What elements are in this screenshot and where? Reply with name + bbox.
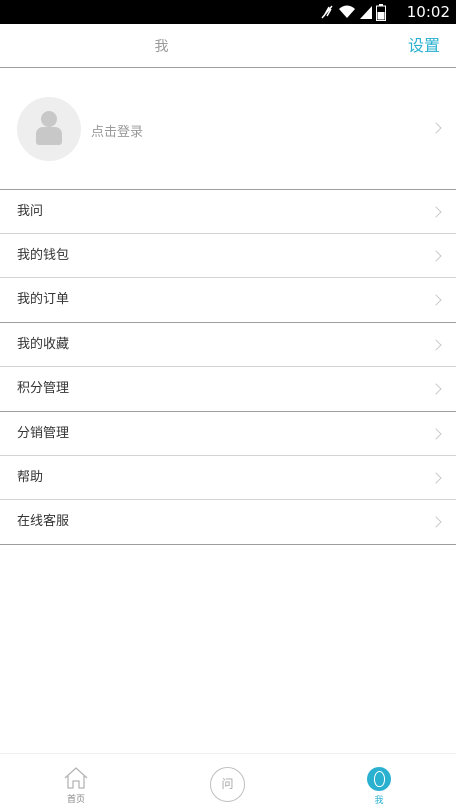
menu-item-label: 我的订单 (17, 292, 70, 307)
avatar-body-shape (36, 127, 62, 145)
menu-item-label: 帮助 (17, 470, 44, 485)
page-title: 我 (154, 39, 169, 55)
tab-me[interactable]: 我 (349, 754, 409, 812)
home-icon (64, 767, 88, 789)
menu-list: 我问 我的钱包 我的订单 我的收藏 积分管理 分销管理 帮助 在线客服 (0, 190, 456, 545)
menu-item-online-service[interactable]: 在线客服 (0, 500, 456, 545)
chevron-right-icon (430, 294, 442, 306)
profile-icon (367, 767, 391, 791)
menu-item-wallet[interactable]: 我的钱包 (0, 234, 456, 278)
bottom-tab-bar: 首页 问 我 (0, 753, 456, 812)
chevron-right-icon (430, 206, 442, 218)
chevron-right-icon (430, 383, 442, 395)
tab-home-label: 首页 (66, 795, 85, 805)
menu-item-label: 我的钱包 (17, 248, 70, 263)
tab-me-label: 我 (374, 796, 384, 806)
chevron-right-icon (430, 516, 442, 528)
top-app-bar: 我 设置 (0, 24, 456, 68)
status-time: 10:02 (406, 3, 450, 21)
tab-home[interactable]: 首页 (46, 754, 106, 812)
chevron-right-icon (430, 428, 442, 440)
signal-icon (360, 6, 372, 19)
ask-icon: 问 (210, 767, 245, 802)
menu-item-label: 在线客服 (17, 514, 70, 529)
menu-item-orders[interactable]: 我的订单 (0, 278, 456, 323)
status-bar: 10:02 (0, 0, 456, 24)
chevron-right-icon (430, 122, 442, 134)
menu-item-label: 积分管理 (17, 381, 70, 396)
ask-icon-text: 问 (221, 777, 234, 791)
menu-item-help[interactable]: 帮助 (0, 456, 456, 500)
menu-item-favorites[interactable]: 我的收藏 (0, 323, 456, 367)
chevron-right-icon (430, 339, 442, 351)
mute-icon (321, 5, 333, 19)
menu-item-label: 我问 (17, 204, 44, 219)
status-icons (319, 3, 386, 21)
menu-item-distribution[interactable]: 分销管理 (0, 412, 456, 456)
profile-login-row[interactable]: 点击登录 (0, 68, 456, 190)
menu-item-label: 分销管理 (17, 426, 70, 441)
profile-face-shape (374, 771, 385, 787)
settings-button[interactable]: 设置 (408, 24, 440, 68)
battery-icon (376, 3, 386, 21)
login-prompt: 点击登录 (91, 125, 144, 140)
menu-item-points[interactable]: 积分管理 (0, 367, 456, 412)
chevron-right-icon (430, 250, 442, 262)
avatar-head-shape (41, 111, 57, 127)
menu-item-my-questions[interactable]: 我问 (0, 190, 456, 234)
chevron-right-icon (430, 472, 442, 484)
menu-item-label: 我的收藏 (17, 337, 70, 352)
wifi-icon (339, 5, 355, 18)
tab-ask[interactable]: 问 (198, 754, 258, 812)
avatar (17, 97, 81, 161)
